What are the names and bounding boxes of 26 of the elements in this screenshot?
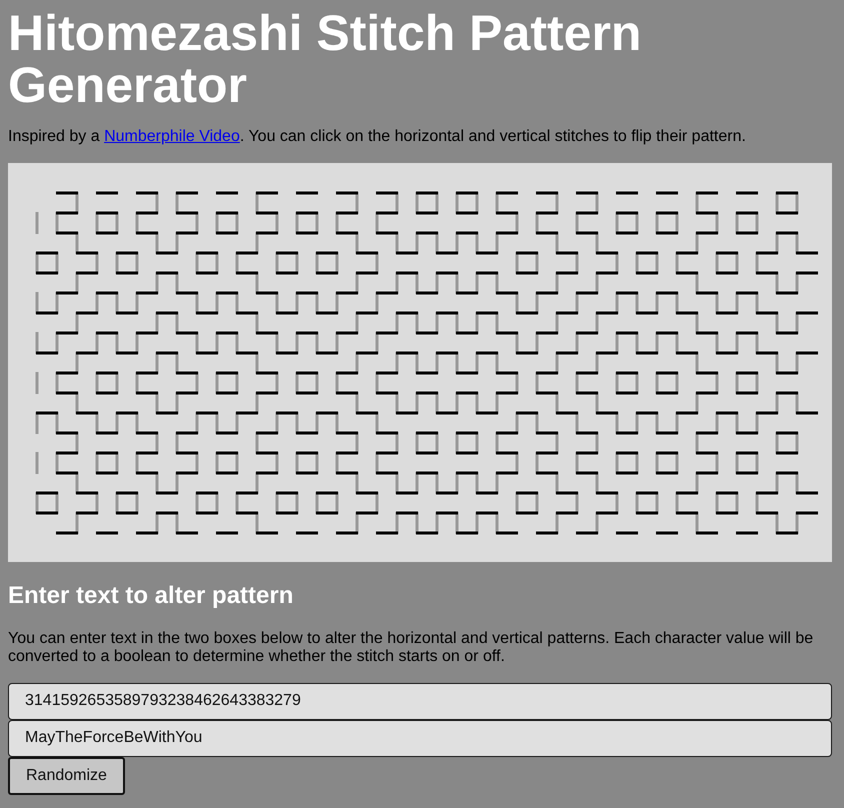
- horizontal-stitch-line[interactable]: [56, 452, 798, 454]
- horizontal-stitch-line[interactable]: [56, 432, 798, 434]
- horizontal-stitch-line[interactable]: [56, 232, 798, 234]
- horizontal-stitch-line[interactable]: [36, 512, 818, 514]
- horizontal-stitch-line[interactable]: [56, 332, 798, 334]
- page-title: Hitomezashi Stitch Pattern Generator: [8, 7, 642, 111]
- horizontal-stitch-line[interactable]: [56, 532, 798, 534]
- horizontal-stitch-line[interactable]: [56, 372, 798, 374]
- horizontal-stitch-line[interactable]: [36, 412, 818, 414]
- description-text: You can enter text in the two boxes below to alter the horizontal and vertical patterns. Each character value will be converted to a boolean to determine whether the stitch starts on or off.: [8, 630, 814, 667]
- horizontal-stitch-line[interactable]: [56, 472, 798, 474]
- horizontal-stitch-line[interactable]: [36, 312, 818, 314]
- text-field[interactable]: MayTheForceBeWithYou: [8, 720, 832, 757]
- text-field[interactable]: 3141592653589793238462643383279: [8, 682, 832, 720]
- horizontal-stitch-line[interactable]: [36, 252, 818, 254]
- horizontal-stitch-line[interactable]: [36, 272, 818, 274]
- horizontal-stitch-line[interactable]: [36, 352, 818, 354]
- horizontal-stitch-line[interactable]: [36, 492, 818, 494]
- section-heading: Enter text to alter pattern: [8, 582, 294, 610]
- horizontal-stitch-line[interactable]: [56, 292, 798, 294]
- randomize-button[interactable]: Randomize: [8, 756, 125, 795]
- intro-text: Inspired by a Numberphile Video. You can click on the horizontal and vertical stitches to flip their pattern.: [8, 128, 747, 146]
- horizontal-stitch-line[interactable]: [56, 392, 798, 394]
- horizontal-stitch-line[interactable]: [56, 212, 798, 214]
- horizontal-stitch-line[interactable]: [56, 192, 798, 194]
- vertical-stitch-line[interactable]: [36, 212, 38, 514]
